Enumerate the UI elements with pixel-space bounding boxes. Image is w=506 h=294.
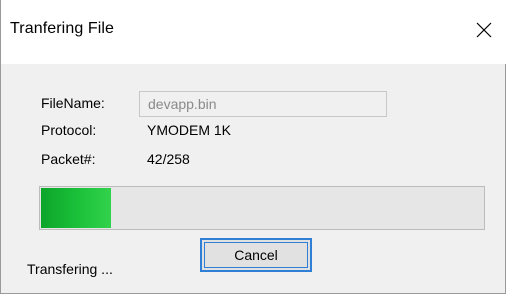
packet-count: 42/258 [147,151,190,167]
cancel-button[interactable]: Cancel [200,238,312,272]
filename-label: FileName: [41,95,105,111]
progress-bar [39,186,485,230]
cancel-focus-ring: Cancel [204,242,308,268]
cancel-button-label: Cancel [234,247,278,263]
protocol-label: Protocol: [41,122,97,138]
close-icon [476,22,492,38]
transfer-dialog: Tranfering File FileName: devapp.bin Pro… [0,0,506,294]
close-button[interactable] [461,0,506,62]
progress-fill [41,188,112,228]
filename-field[interactable]: devapp.bin [139,91,387,117]
title-bar: Tranfering File [1,0,506,64]
protocol-value: YMODEM 1K [147,122,232,138]
window-title: Tranfering File [10,20,115,37]
status-text: Transfering ... [27,261,113,277]
packet-label: Packet#: [41,151,96,167]
